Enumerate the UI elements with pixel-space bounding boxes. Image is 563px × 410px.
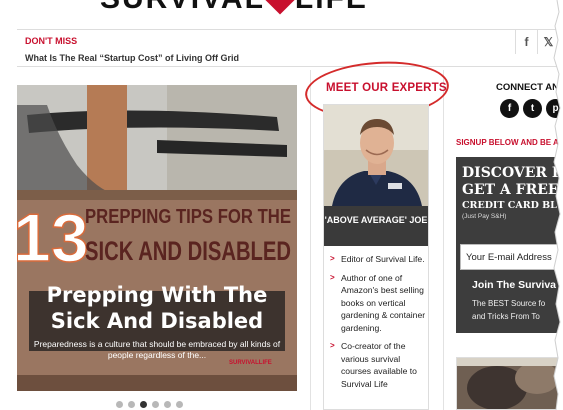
ad-line-3: CREDIT CARD BL <box>462 200 557 211</box>
bio-item: Co-creator of the various survival cours… <box>330 340 426 390</box>
ad-headline: DISCOVER HO GET A FREE <box>462 165 563 199</box>
facebook-icon[interactable]: f <box>500 99 519 118</box>
email-field[interactable] <box>460 244 563 270</box>
ad-line-2: GET A FREE <box>462 182 559 198</box>
column-divider <box>310 70 311 410</box>
slide-image-number: 13 <box>17 200 89 276</box>
slider-dot[interactable] <box>152 401 159 408</box>
logo-text-right: LIFE <box>295 0 368 16</box>
slider-dot-active[interactable] <box>140 401 147 408</box>
slide-image-line2: SICK AND DISABLED <box>85 236 291 266</box>
slide-caption: Preparedness is a culture that should be… <box>33 339 281 360</box>
slide-mini-logo: SURVIVALLIFE <box>229 360 272 366</box>
bio-item: Editor of Survival Life. <box>330 253 426 266</box>
ad-line-1: DISCOVER HO <box>462 165 563 181</box>
torn-paper-edge <box>553 0 563 410</box>
sidebar-ad-image[interactable] <box>456 357 563 410</box>
signup-ad[interactable]: DISCOVER HO GET A FREE CREDIT CARD BL (J… <box>456 157 563 333</box>
expert-bio: Editor of Survival Life. Author of one o… <box>330 253 426 396</box>
facebook-icon[interactable]: f <box>515 30 537 54</box>
join-text: Join The Surviva <box>472 279 557 291</box>
slide-image-line1: PREPPING TIPS FOR THE <box>85 206 291 228</box>
twitter-icon[interactable]: t <box>523 99 542 118</box>
slider-dot[interactable] <box>116 401 123 408</box>
dont-miss-headline-link[interactable]: What Is The Real “Startup Cost” of Livin… <box>25 53 239 63</box>
ad-line-4: (Just Pay S&H) <box>462 213 507 220</box>
expert-card[interactable]: 'ABOVE AVERAGE' JOE Editor of Survival L… <box>323 104 429 410</box>
bio-item: Author of one of Amazon's best selling b… <box>330 272 426 335</box>
slider-pagination <box>116 401 183 408</box>
ad-subtext-line-1: The BEST Source fo <box>472 299 546 308</box>
ad-subtext-line-2: and Tricks From To <box>472 312 540 321</box>
expert-portrait <box>324 105 428 206</box>
ad-photo <box>457 358 562 409</box>
signup-heading: SIGNUP BELOW AND BE A S <box>456 138 563 147</box>
ad-subtext: The BEST Source fo and Tricks From To <box>472 297 545 323</box>
expert-name[interactable]: 'ABOVE AVERAGE' JOE <box>324 206 428 246</box>
mini-logo-right: LIFE <box>258 360 272 366</box>
logo-diamond-icon <box>264 0 296 15</box>
logo-text-left: SURVIVAL <box>100 0 265 16</box>
dont-miss-label: DON'T MISS <box>25 36 78 46</box>
dont-miss-bar: DON'T MISS What Is The Real “Startup Cos… <box>17 29 563 67</box>
featured-slider[interactable]: 13 PREPPING TIPS FOR THE SICK AND DISABL… <box>17 85 297 391</box>
slider-dot[interactable] <box>176 401 183 408</box>
mini-logo-left: SURVIVAL <box>229 360 259 366</box>
slider-dot[interactable] <box>128 401 135 408</box>
site-logo[interactable]: SURVIVAL LIFE <box>100 0 368 15</box>
expert-photo <box>324 105 428 206</box>
slider-dot[interactable] <box>164 401 171 408</box>
slide-title[interactable]: Prepping With The Sick And Disabled <box>23 282 291 334</box>
column-divider <box>443 70 444 410</box>
